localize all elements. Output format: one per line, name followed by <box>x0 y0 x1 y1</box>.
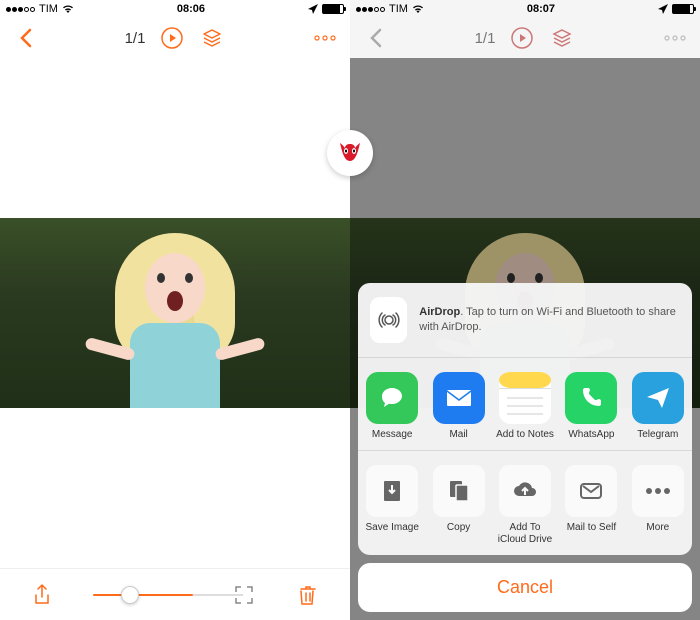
page-count: 1/1 <box>125 30 146 47</box>
action-icon <box>433 465 485 517</box>
play-button[interactable] <box>159 25 185 51</box>
share-app-telegram[interactable]: Telegram <box>628 372 688 441</box>
app-label: Telegram <box>628 429 688 441</box>
video-content[interactable] <box>0 58 350 568</box>
action-label: Copy <box>428 522 488 534</box>
app-label: Add to Notes <box>495 429 555 441</box>
action-label: More <box>628 522 688 534</box>
zoom-slider[interactable] <box>93 594 193 596</box>
signal-icon <box>356 7 385 12</box>
app-icon <box>632 372 684 424</box>
battery-icon <box>322 4 344 14</box>
airdrop-icon <box>370 297 407 343</box>
wifi-icon <box>62 4 74 14</box>
right-screen: TIM 08:07 1/1 <box>350 0 700 620</box>
share-action-more[interactable]: More <box>628 465 688 545</box>
app-label: WhatsApp <box>561 429 621 441</box>
layers-button <box>549 25 575 51</box>
status-bar: TIM 08:06 <box>0 0 350 18</box>
app-label: Mail <box>428 429 488 441</box>
action-label: Add To iCloud Drive <box>495 522 555 545</box>
share-app-whatsapp[interactable]: WhatsApp <box>561 372 621 441</box>
action-label: Mail to Self <box>561 522 621 534</box>
app-icon <box>366 372 418 424</box>
signal-icon <box>6 7 35 12</box>
share-action-copy[interactable]: Copy <box>428 465 488 545</box>
delete-button[interactable] <box>295 582 321 608</box>
app-icon <box>565 372 617 424</box>
airdrop-text: AirDrop. Tap to turn on Wi-Fi and Blueto… <box>419 305 680 334</box>
share-button[interactable] <box>29 582 55 608</box>
play-button <box>509 25 535 51</box>
clock-label: 08:07 <box>527 3 555 15</box>
back-button <box>362 25 388 51</box>
action-icon <box>565 465 617 517</box>
action-icon <box>366 465 418 517</box>
carrier-label: TIM <box>39 3 58 15</box>
back-button[interactable] <box>12 25 38 51</box>
clock-label: 08:06 <box>177 3 205 15</box>
page-count: 1/1 <box>475 30 496 47</box>
wifi-icon <box>412 4 424 14</box>
action-label: Save Image <box>362 522 422 534</box>
app-label: Message <box>362 429 422 441</box>
nav-bar: 1/1 <box>0 18 350 58</box>
layers-button[interactable] <box>199 25 225 51</box>
share-app-message[interactable]: Message <box>362 372 422 441</box>
battery-icon <box>672 4 694 14</box>
share-action-mail-to-self[interactable]: Mail to Self <box>561 465 621 545</box>
more-button <box>662 25 688 51</box>
more-button[interactable] <box>312 25 338 51</box>
carrier-label: TIM <box>389 3 408 15</box>
share-app-add-to-notes[interactable]: Add to Notes <box>495 372 555 441</box>
app-icon <box>499 372 551 424</box>
action-icon <box>632 465 684 517</box>
watermark-badge <box>327 130 373 176</box>
share-app-mail[interactable]: Mail <box>428 372 488 441</box>
share-actions-row[interactable]: Save Image Copy Add To iCloud Drive Mail to… <box>358 450 692 555</box>
airdrop-row[interactable]: AirDrop. Tap to turn on Wi-Fi and Blueto… <box>358 283 692 358</box>
bottom-toolbar <box>0 568 350 620</box>
location-icon <box>658 4 668 14</box>
left-screen: TIM 08:06 1/1 <box>0 0 350 620</box>
share-sheet: AirDrop. Tap to turn on Wi-Fi and Blueto… <box>358 283 692 620</box>
nav-bar: 1/1 <box>350 18 700 58</box>
status-bar: TIM 08:07 <box>350 0 700 18</box>
location-icon <box>308 4 318 14</box>
app-icon <box>433 372 485 424</box>
share-action-add-to-icloud-drive[interactable]: Add To iCloud Drive <box>495 465 555 545</box>
action-icon <box>499 465 551 517</box>
cancel-button[interactable]: Cancel <box>358 563 692 612</box>
video-frame <box>0 218 350 408</box>
share-apps-row[interactable]: Message Mail Add to Notes WhatsApp Telegram <box>358 358 692 451</box>
share-action-save-image[interactable]: Save Image <box>362 465 422 545</box>
